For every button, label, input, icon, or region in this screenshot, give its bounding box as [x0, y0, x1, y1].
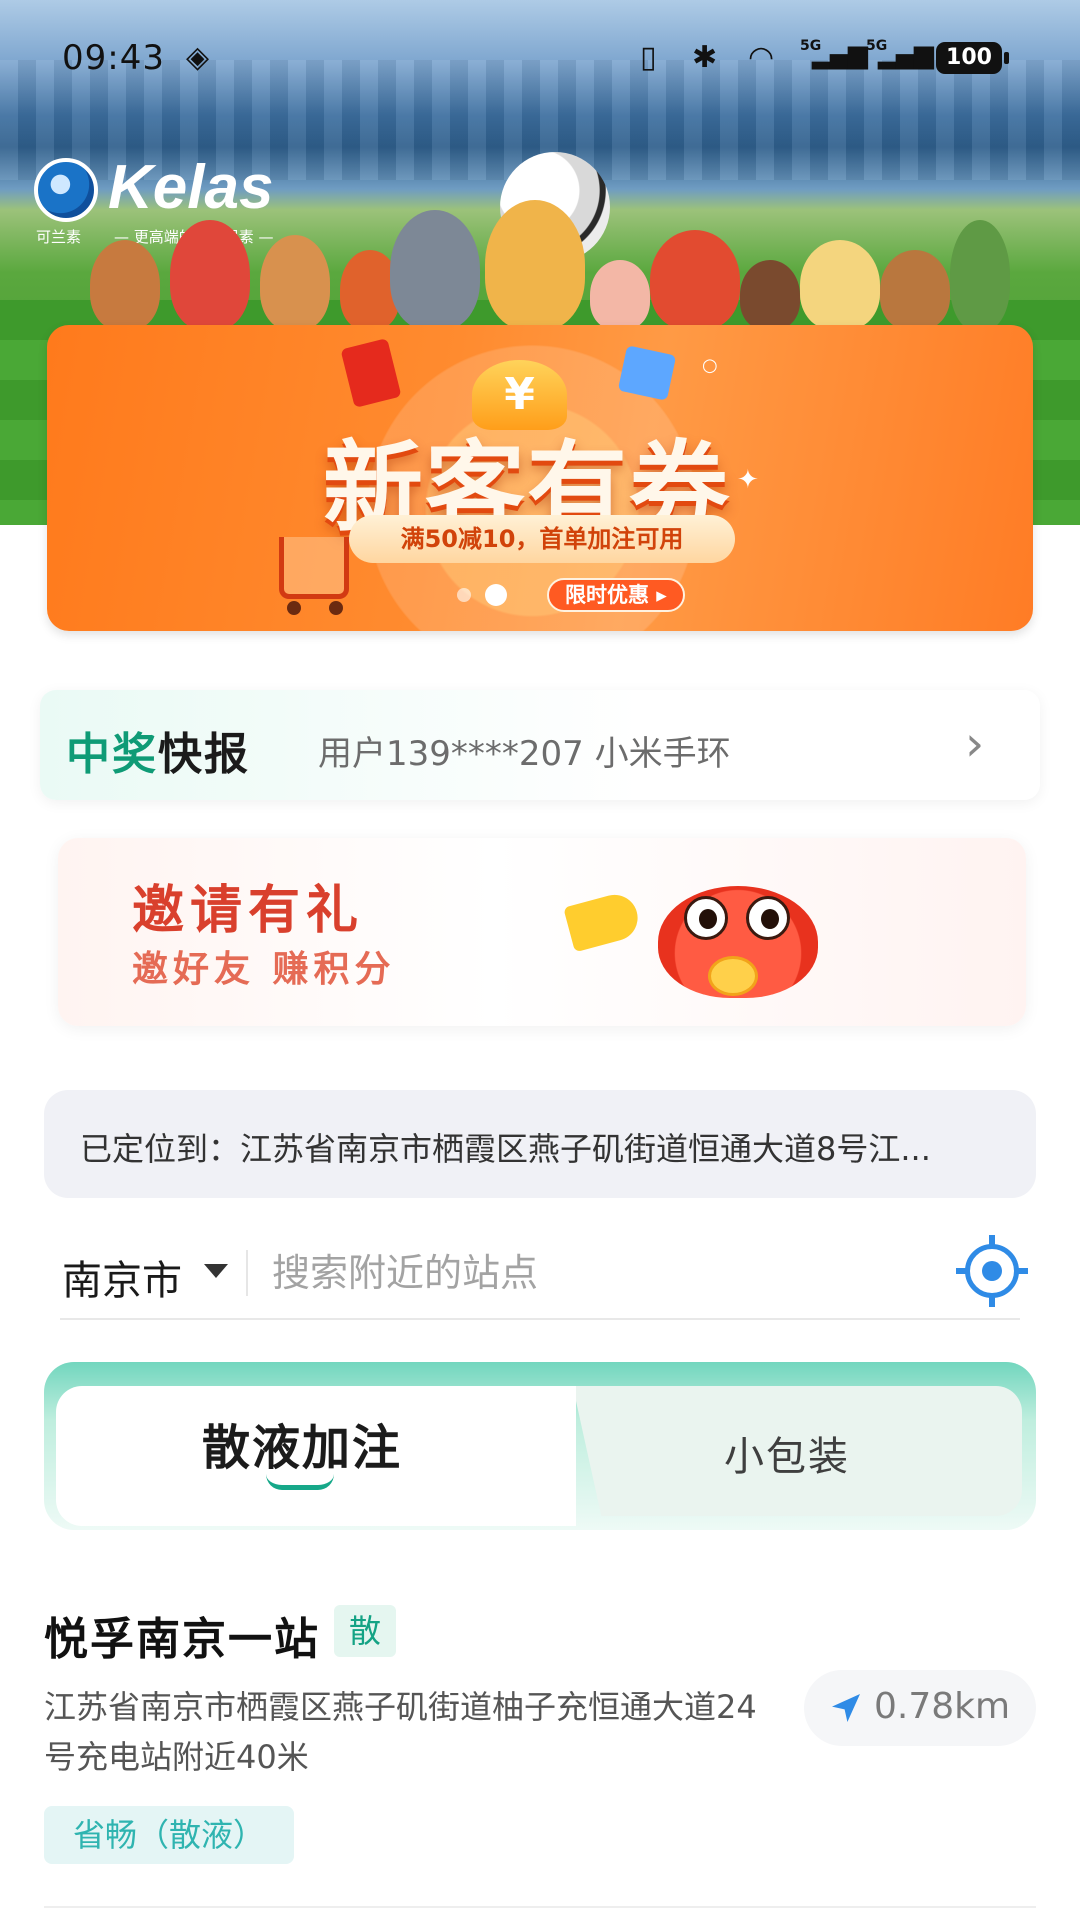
navigate-distance-button[interactable]: 0.78km	[804, 1670, 1036, 1746]
station-type-tag: 散	[334, 1605, 396, 1657]
carousel-dot[interactable]	[457, 588, 471, 602]
invite-friends-banner[interactable]: 邀请有礼 邀好友 赚积分	[58, 838, 1026, 1026]
limited-offer-badge[interactable]: 限时优惠 ▸	[547, 578, 685, 612]
wifi-icon: ◠	[748, 40, 775, 75]
invite-subtitle: 邀好友 赚积分	[132, 949, 396, 990]
list-divider	[44, 1906, 1036, 1908]
invite-title: 邀请有礼	[132, 881, 365, 941]
navigation-arrow-icon	[832, 1694, 860, 1722]
service-tabs: 散液加注 小包装	[44, 1362, 1036, 1530]
cart-wheel	[329, 601, 343, 615]
mascot-group	[90, 200, 1010, 330]
mascot-eye	[684, 896, 728, 940]
city-selector[interactable]: 南京市	[62, 1248, 182, 1306]
located-address: 已定位到：江苏省南京市栖霞区燕子矶街道恒通大道8号江...	[80, 1130, 931, 1168]
rooster-mascot	[170, 220, 250, 330]
battery-indicator: 100	[936, 42, 1009, 74]
monkey-mascot	[880, 250, 950, 330]
current-location-bar[interactable]: 已定位到：江苏省南京市栖霞区燕子矶街道恒通大道8号江...	[44, 1090, 1036, 1198]
coin-icon	[708, 956, 758, 996]
mascot-eye	[746, 896, 790, 940]
news-title: 中奖快报	[66, 718, 250, 782]
locate-crosshair-icon[interactable]	[956, 1235, 1028, 1307]
peach-mascot	[590, 260, 650, 330]
station-search-input[interactable]	[272, 1242, 892, 1304]
status-bar: 09:43 ◈ ▯ ✱ ◠ 5G ▂▄▆ 5G ▂▄▆ 100	[0, 0, 1080, 120]
dragon-mascot	[485, 200, 585, 330]
wolf-mascot	[390, 210, 480, 330]
chevron-right-icon[interactable]: ›	[965, 716, 984, 772]
logo-emblem-icon	[34, 158, 98, 222]
station-address: 江苏省南京市栖霞区燕子矶街道柚子充恒通大道24号充电站附近40米	[44, 1688, 757, 1776]
gift-box-icon	[617, 345, 677, 401]
shopping-cart-icon	[279, 537, 349, 599]
product-tag: 省畅（散液）	[44, 1806, 294, 1864]
station-name: 悦孚南京一站	[44, 1614, 320, 1665]
deer-mascot	[260, 235, 330, 330]
jar-mascot	[740, 260, 800, 330]
banner-subtitle: 满50减10，首单加注可用	[349, 515, 735, 563]
signal-icon-2: ▂▄▆	[878, 40, 934, 70]
vibrate-icon: ▯	[640, 40, 657, 75]
sparkle-icon: ○	[702, 355, 718, 376]
horse-mascot	[90, 240, 160, 330]
notification-icon: ◈	[186, 40, 210, 75]
tab-bulk-refill-label[interactable]: 散液加注	[202, 1408, 402, 1478]
bluetooth-icon: ✱	[692, 40, 718, 75]
megaphone-icon	[563, 889, 643, 953]
search-divider	[246, 1250, 248, 1296]
carousel-dot-active[interactable]	[485, 584, 507, 606]
tab-small-package-label[interactable]: 小包装	[724, 1424, 850, 1482]
news-title-green: 中奖	[66, 729, 158, 780]
crocodile-mascot	[950, 220, 1010, 330]
crab-mascot	[650, 230, 740, 330]
logo-cn: 可兰素	[36, 228, 82, 246]
caret-down-icon[interactable]	[204, 1264, 228, 1278]
search-row: 南京市	[60, 1228, 1028, 1320]
red-envelope-icon	[340, 338, 402, 408]
news-text: 用户139****207 小米手环	[318, 734, 731, 774]
distance-value: 0.78km	[874, 1686, 1011, 1727]
rice-mascot	[800, 240, 880, 330]
new-customer-coupon-banner[interactable]: ¥ ✦ ○ 新客有券 满50减10，首单加注可用 限时优惠 ▸	[47, 325, 1033, 631]
active-tab-indicator	[266, 1474, 334, 1490]
status-time: 09:43	[62, 38, 165, 78]
winning-news-bar[interactable]: 中奖快报 用户139****207 小米手环 ›	[40, 690, 1040, 800]
news-title-dark: 快报	[158, 729, 250, 780]
cart-wheel	[287, 601, 301, 615]
signal-icon-1: ▂▄▆	[812, 40, 868, 70]
